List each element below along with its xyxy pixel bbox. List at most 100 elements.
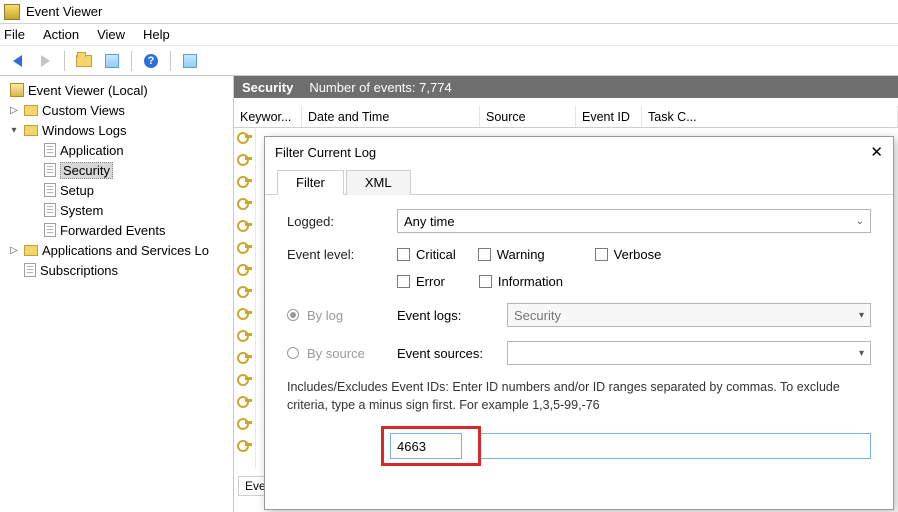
tree-security[interactable]: Security (2, 160, 231, 180)
events-label: Number of events: (309, 80, 415, 95)
radio-icon (287, 309, 299, 321)
radio-icon (287, 347, 299, 359)
view-icon (183, 54, 197, 68)
back-button[interactable] (6, 50, 28, 72)
menu-view[interactable]: View (97, 27, 125, 42)
dropdown-icon: ▾ (859, 310, 864, 321)
chk-verbose[interactable]: Verbose (595, 247, 662, 262)
section-header: Security Number of events: 7,774 (234, 76, 898, 98)
properties-icon (105, 54, 119, 68)
key-icon (237, 218, 253, 234)
event-id-highlight (381, 426, 481, 466)
log-icon (44, 183, 56, 197)
collapse-icon[interactable]: ▾ (8, 125, 20, 136)
expand-icon[interactable]: ▷ (8, 105, 20, 116)
view-button[interactable] (179, 50, 201, 72)
key-icon (237, 394, 253, 410)
checkbox-icon (478, 248, 491, 261)
events-count: 7,774 (419, 80, 452, 95)
key-icon (237, 350, 253, 366)
tree-custom-views[interactable]: ▷ Custom Views (2, 100, 231, 120)
logged-value: Any time (404, 214, 455, 229)
toolbar-separator (170, 51, 171, 71)
keyword-icon-column (234, 128, 256, 468)
checkbox-icon (595, 248, 608, 261)
chk-warning[interactable]: Warning (478, 247, 545, 262)
properties-button[interactable] (101, 50, 123, 72)
col-source[interactable]: Source (480, 106, 576, 127)
toolbar-separator (131, 51, 132, 71)
key-icon (237, 152, 253, 168)
eventviewer-icon (10, 83, 24, 97)
log-icon (44, 143, 56, 157)
help-icon: ? (144, 54, 158, 68)
by-source-radio[interactable]: By source (287, 346, 397, 361)
expand-icon[interactable]: ▷ (8, 245, 20, 256)
section-title: Security (242, 80, 293, 95)
checkbox-icon (397, 275, 410, 288)
app-title: Event Viewer (26, 4, 102, 19)
log-icon (44, 203, 56, 217)
dialog-title: Filter Current Log (275, 145, 376, 160)
help-button[interactable]: ? (140, 50, 162, 72)
col-task[interactable]: Task C... (642, 106, 898, 127)
tree-application[interactable]: Application (2, 140, 231, 160)
event-id-input[interactable] (390, 433, 462, 459)
app-icon (4, 4, 20, 20)
log-icon (24, 263, 36, 277)
arrow-right-icon (41, 55, 50, 67)
folder-button[interactable] (73, 50, 95, 72)
folder-icon (76, 55, 92, 67)
chk-information[interactable]: Information (479, 274, 563, 289)
event-logs-dropdown: Security ▾ (507, 303, 871, 327)
event-logs-value: Security (514, 308, 561, 323)
checkbox-icon (479, 275, 492, 288)
tree-subscriptions[interactable]: Subscriptions (2, 260, 231, 280)
tree-setup[interactable]: Setup (2, 180, 231, 200)
key-icon (237, 262, 253, 278)
filter-dialog: Filter Current Log ✕ Filter XML Logged: … (264, 136, 894, 510)
event-level-label: Event level: (287, 247, 397, 262)
tree-forwarded[interactable]: Forwarded Events (2, 220, 231, 240)
key-icon (237, 240, 253, 256)
dropdown-icon: ▾ (859, 348, 864, 359)
menu-file[interactable]: File (4, 27, 25, 42)
folder-icon (24, 245, 38, 256)
event-sources-dropdown[interactable]: ▾ (507, 341, 871, 365)
tab-filter[interactable]: Filter (277, 170, 344, 195)
col-eventid[interactable]: Event ID (576, 106, 642, 127)
key-icon (237, 196, 253, 212)
col-datetime[interactable]: Date and Time (302, 106, 480, 127)
tab-xml[interactable]: XML (346, 170, 411, 195)
checkbox-icon (397, 248, 410, 261)
tree-windows-logs[interactable]: ▾ Windows Logs (2, 120, 231, 140)
close-button[interactable]: ✕ (870, 143, 883, 161)
tree-apps-services[interactable]: ▷ Applications and Services Lo (2, 240, 231, 260)
chk-critical[interactable]: Critical (397, 247, 456, 262)
tab-row: Filter XML (265, 167, 893, 195)
by-log-radio: By log (287, 308, 397, 323)
column-headers: Keywor... Date and Time Source Event ID … (234, 106, 898, 128)
menu-action[interactable]: Action (43, 27, 79, 42)
col-keywords[interactable]: Keywor... (234, 106, 302, 127)
chk-error[interactable]: Error (397, 274, 445, 289)
forward-button (34, 50, 56, 72)
logged-label: Logged: (287, 214, 397, 229)
key-icon (237, 328, 253, 344)
dialog-titlebar: Filter Current Log ✕ (265, 137, 893, 167)
tree-root[interactable]: Event Viewer (Local) (2, 80, 231, 100)
tree-system[interactable]: System (2, 200, 231, 220)
menubar: File Action View Help (0, 24, 898, 46)
log-icon (44, 223, 56, 237)
logged-dropdown[interactable]: Any time ⌄ (397, 209, 871, 233)
arrow-left-icon (13, 55, 22, 67)
event-sources-label: Event sources: (397, 346, 507, 361)
titlebar: Event Viewer (0, 0, 898, 24)
key-icon (237, 416, 253, 432)
folder-icon (24, 125, 38, 136)
key-icon (237, 174, 253, 190)
event-id-input-extension[interactable] (481, 433, 871, 459)
menu-help[interactable]: Help (143, 27, 170, 42)
event-id-hint: Includes/Excludes Event IDs: Enter ID nu… (287, 379, 871, 414)
toolbar: ? (0, 46, 898, 76)
